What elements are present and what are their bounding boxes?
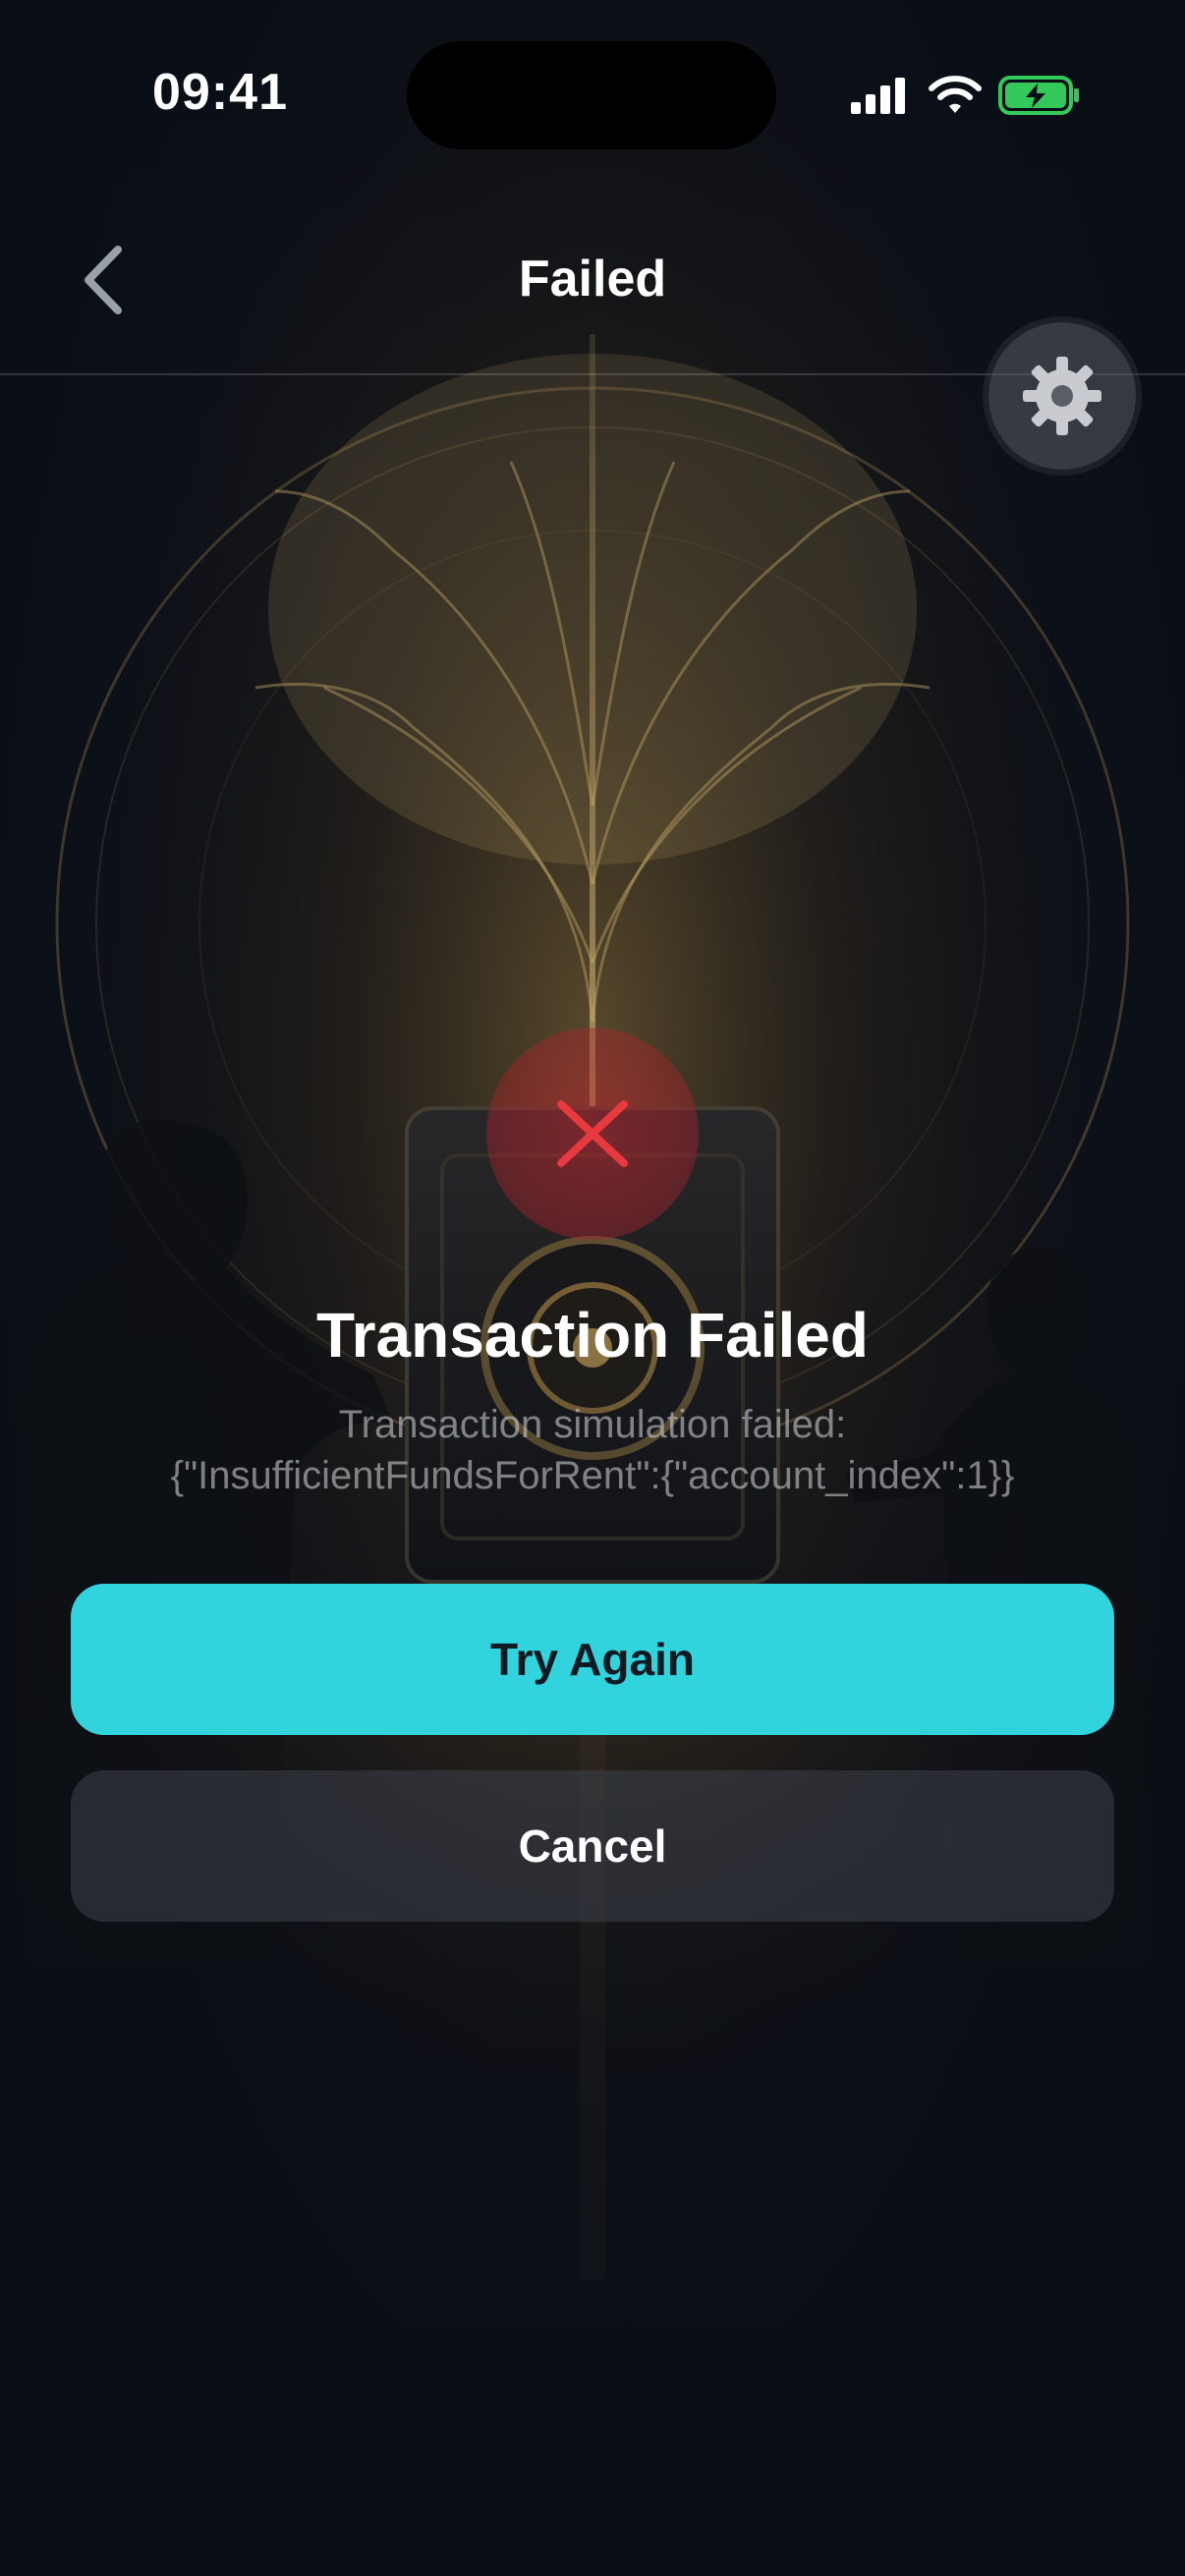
signal-icon — [851, 78, 905, 114]
status-time: 09:41 — [152, 64, 288, 121]
wifi-icon — [929, 76, 982, 113]
error-message: Transaction simulation failed: {"Insuffi… — [59, 1399, 1126, 1501]
settings-button[interactable] — [988, 322, 1136, 470]
page-title: Failed — [518, 251, 667, 308]
gear-icon — [1023, 357, 1101, 435]
cancel-button[interactable]: Cancel — [71, 1770, 1114, 1922]
error-message-line: Transaction simulation failed: — [338, 1403, 847, 1446]
dynamic-island — [407, 41, 776, 149]
error-title: Transaction Failed — [316, 1300, 869, 1371]
status-bar: 09:41 — [0, 0, 1185, 196]
try-again-button[interactable]: Try Again — [71, 1584, 1114, 1735]
error-message-detail: {"InsufficientFundsForRent":{"account_in… — [170, 1454, 1015, 1497]
transaction-failed-screen: 09:41 Failed Transaction Failed Transact… — [0, 0, 1185, 2576]
error-icon-badge — [486, 1028, 699, 1240]
x-mark-icon — [557, 1100, 628, 1167]
battery-charging-icon — [998, 76, 1079, 115]
